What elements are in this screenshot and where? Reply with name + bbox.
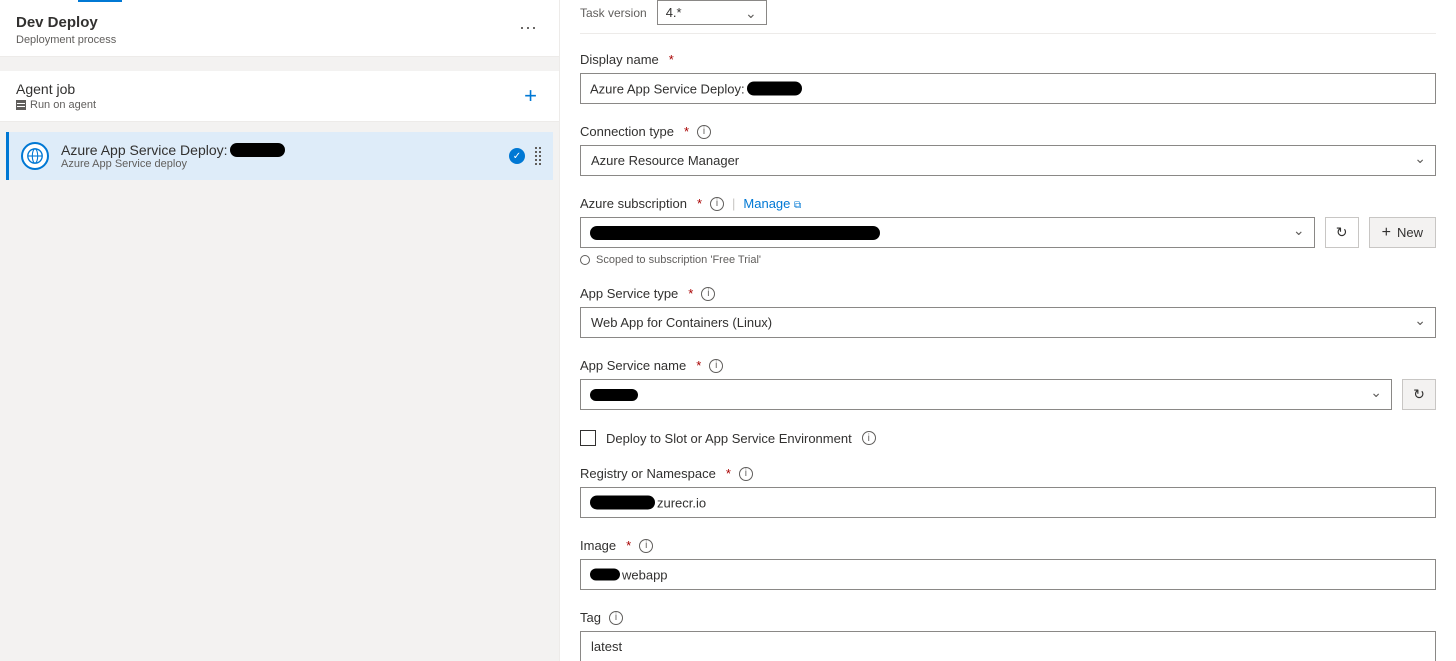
stage-header: Dev Deploy Deployment process ⋯ [0,0,559,57]
circle-icon [580,255,590,265]
stage-title: Dev Deploy [16,14,116,31]
redacted-text [590,569,620,581]
info-icon[interactable]: i [739,467,753,481]
tag-label: Tag i [580,610,623,625]
redacted-text [590,496,655,510]
redacted-text [590,226,880,240]
deploy-to-slot-row: Deploy to Slot or App Service Environmen… [580,430,1436,446]
redacted-text [747,82,802,96]
app-service-name-label: App Service name* i [580,358,723,373]
registry-label: Registry or Namespace* i [580,466,753,481]
right-pane: Task version 4.* Display name* Azure App… [560,0,1456,661]
deploy-to-slot-checkbox[interactable] [580,430,596,446]
agent-job-title: Agent job [16,81,96,97]
agent-job-sub-text: Run on agent [30,99,96,111]
display-name-prefix: Azure App Service Deploy: [590,81,745,96]
task-title-prefix: Azure App Service Deploy: [61,142,228,158]
app-service-name-select[interactable] [580,379,1392,410]
info-icon[interactable]: i [609,611,623,625]
globe-icon [21,142,49,170]
azure-subscription-label: Azure subscription* i | Manage ⧉ [580,196,801,211]
info-icon[interactable]: i [709,359,723,373]
image-suffix: webapp [622,567,668,582]
app-service-type-select[interactable]: Web App for Containers (Linux) [580,307,1436,338]
refresh-button[interactable]: ↻ [1325,217,1359,248]
scoped-note: Scoped to subscription 'Free Trial' [580,254,1436,266]
redacted-text [230,143,285,157]
task-status-icon: ✓ [509,148,525,164]
info-icon[interactable]: i [701,287,715,301]
external-link-icon: ⧉ [794,200,801,211]
display-name-label: Display name* [580,52,674,67]
left-pane: Dev Deploy Deployment process ⋯ Agent jo… [0,0,560,661]
task-row-selected[interactable]: Azure App Service Deploy: Azure App Serv… [6,132,553,180]
info-icon[interactable]: i [710,197,724,211]
app-service-type-label: App Service type* i [580,286,715,301]
manage-link[interactable]: Manage ⧉ [743,196,801,211]
agent-job-row[interactable]: Agent job Run on agent + [0,71,559,122]
tag-input[interactable] [580,631,1436,661]
image-input[interactable] [580,559,1436,590]
add-task-button[interactable]: + [518,83,543,109]
connection-type-select[interactable]: Azure Resource Manager [580,145,1436,176]
info-icon[interactable]: i [639,539,653,553]
task-version-row: Task version 4.* [580,0,1436,34]
image-label: Image* i [580,538,653,553]
server-icon [16,100,26,110]
task-version-label: Task version [580,6,647,20]
connection-type-label: Connection type* i [580,124,711,139]
task-title: Azure App Service Deploy: [61,142,497,158]
registry-input[interactable] [580,487,1436,518]
task-version-select[interactable]: 4.* [657,0,767,25]
task-subtitle: Azure App Service deploy [61,158,497,170]
refresh-button[interactable]: ↻ [1402,379,1436,410]
stage-subtitle: Deployment process [16,34,116,46]
new-subscription-button[interactable]: + New [1369,217,1436,248]
agent-job-subtitle: Run on agent [16,99,96,111]
registry-suffix: zurecr.io [657,495,706,510]
drag-handle-icon[interactable] [535,147,541,165]
deploy-to-slot-label: Deploy to Slot or App Service Environmen… [606,431,852,446]
info-icon[interactable]: i [862,431,876,445]
redacted-text [590,389,638,401]
info-icon[interactable]: i [697,125,711,139]
more-options-button[interactable]: ⋯ [515,14,543,43]
